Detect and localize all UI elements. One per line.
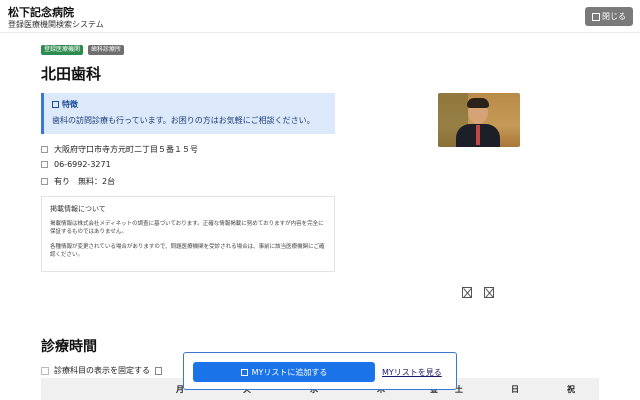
- badge-dental: 歯科診療所: [88, 45, 125, 55]
- notice-paragraph-2: 各種情報が変更されている場合がありますので、問題医療機関を受診される場合は、事前…: [50, 244, 325, 258]
- notice-paragraph-1: 掲載情報は株式会社メディネットの調査に基づいております。正確な情報掲載に努めてお…: [50, 221, 324, 235]
- notice-title: 掲載情報について: [50, 205, 106, 213]
- doctor-photo: [438, 93, 520, 147]
- close-icon: [592, 12, 600, 21]
- fix-subject-row: 診療科目の表示を固定する: [41, 365, 162, 376]
- parking-text: 有り 無料：2台: [54, 177, 116, 186]
- close-label: 閉じる: [602, 12, 626, 21]
- badge-registered: 登録医療機関: [41, 45, 84, 55]
- app-header: 松下記念病院 登録医療機関検索システム 閉じる: [0, 0, 640, 33]
- notice-box: 掲載情報について 掲載情報は株式会社メディネットの調査に基づいております。正確な…: [41, 196, 335, 272]
- parking-icon: [41, 178, 48, 185]
- add-to-mylist-button[interactable]: MYリストに追加する: [193, 362, 375, 382]
- parking-line: 有り 無料：2台: [41, 176, 115, 187]
- feature-icon: [52, 101, 59, 108]
- address-text: 大阪府守口市寺方元町二丁目５番１５号: [54, 145, 198, 154]
- close-button[interactable]: 閉じる: [585, 7, 633, 26]
- feature-heading-text: 特徴: [62, 100, 78, 109]
- system-name: 登録医療機関検索システム: [8, 20, 104, 29]
- fix-subject-label[interactable]: 診療科目の表示を固定する: [54, 365, 150, 376]
- phone-text[interactable]: 06-6992-3271: [54, 160, 111, 169]
- clinic-name: 北田歯科: [41, 65, 102, 83]
- broken-image-icon: [484, 287, 494, 298]
- mylist-bar: MYリストに追加する MYリストを見る: [183, 352, 457, 390]
- badge-row: 登録医療機関 歯科診療所: [41, 45, 125, 55]
- address-line: 大阪府守口市寺方元町二丁目５番１５号: [41, 144, 198, 155]
- info-icon: [155, 366, 162, 375]
- feature-heading: 特徴: [52, 99, 327, 110]
- day-header: 祝: [567, 385, 575, 394]
- view-mylist-link[interactable]: MYリストを見る: [382, 367, 442, 378]
- map-pin-icon: [41, 146, 48, 153]
- add-icon: [240, 368, 248, 376]
- fix-subject-checkbox[interactable]: [41, 366, 49, 375]
- feature-text: 歯科の訪問診療も行っています。お困りの方はお気軽にご相談ください。: [52, 116, 315, 125]
- schedule-title: 診療時間: [41, 339, 97, 355]
- hospital-name: 松下記念病院: [8, 6, 74, 19]
- broken-image-icon: [462, 287, 472, 298]
- feature-box: 特徴 歯科の訪問診療も行っています。お困りの方はお気軽にご相談ください。: [41, 93, 335, 134]
- phone-line: 06-6992-3271: [41, 160, 111, 169]
- phone-icon: [41, 161, 48, 168]
- day-header: 日: [511, 385, 519, 394]
- add-to-mylist-label: MYリストに追加する: [251, 367, 328, 377]
